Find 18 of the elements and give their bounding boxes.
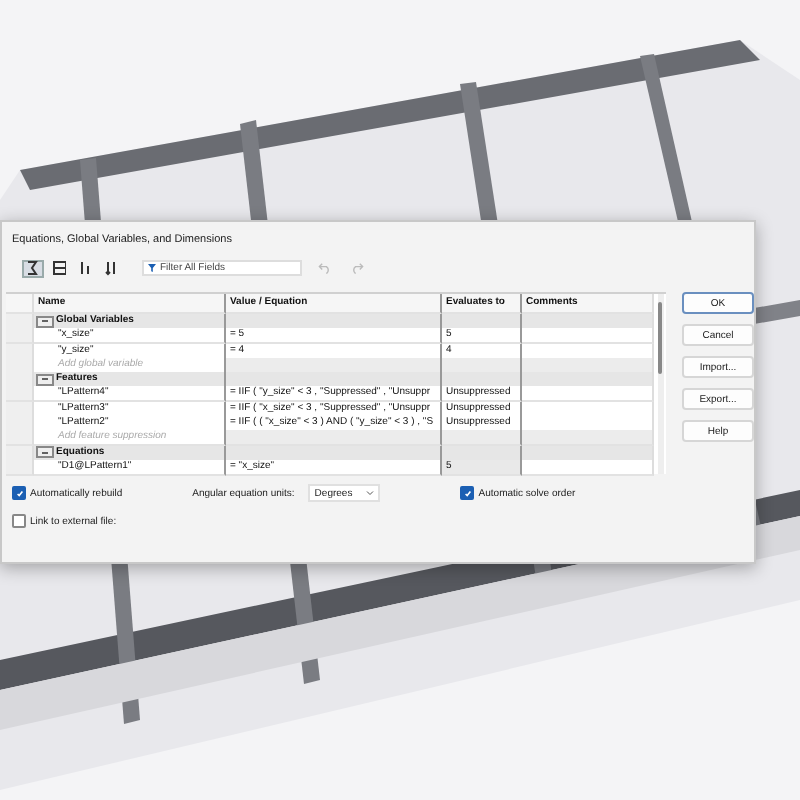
table-cell (522, 430, 654, 447)
checkbox[interactable] (460, 486, 475, 501)
funnel-icon (148, 264, 156, 272)
checkbox[interactable] (12, 486, 26, 501)
collapse-icon[interactable] (36, 315, 54, 327)
table-cell (522, 328, 654, 345)
collapse-icon[interactable] (36, 373, 54, 386)
view-mode-icon[interactable] (48, 259, 70, 277)
collapse-icon[interactable] (36, 446, 54, 459)
scrollbar[interactable] (658, 294, 664, 475)
row-header (6, 430, 34, 447)
view-mode-icon[interactable] (22, 259, 44, 277)
row-header (6, 328, 34, 345)
table-cell (522, 386, 654, 403)
table-cell (442, 430, 522, 447)
checkbox[interactable] (12, 514, 26, 529)
row-header (6, 386, 34, 403)
caret-icon (366, 490, 375, 497)
